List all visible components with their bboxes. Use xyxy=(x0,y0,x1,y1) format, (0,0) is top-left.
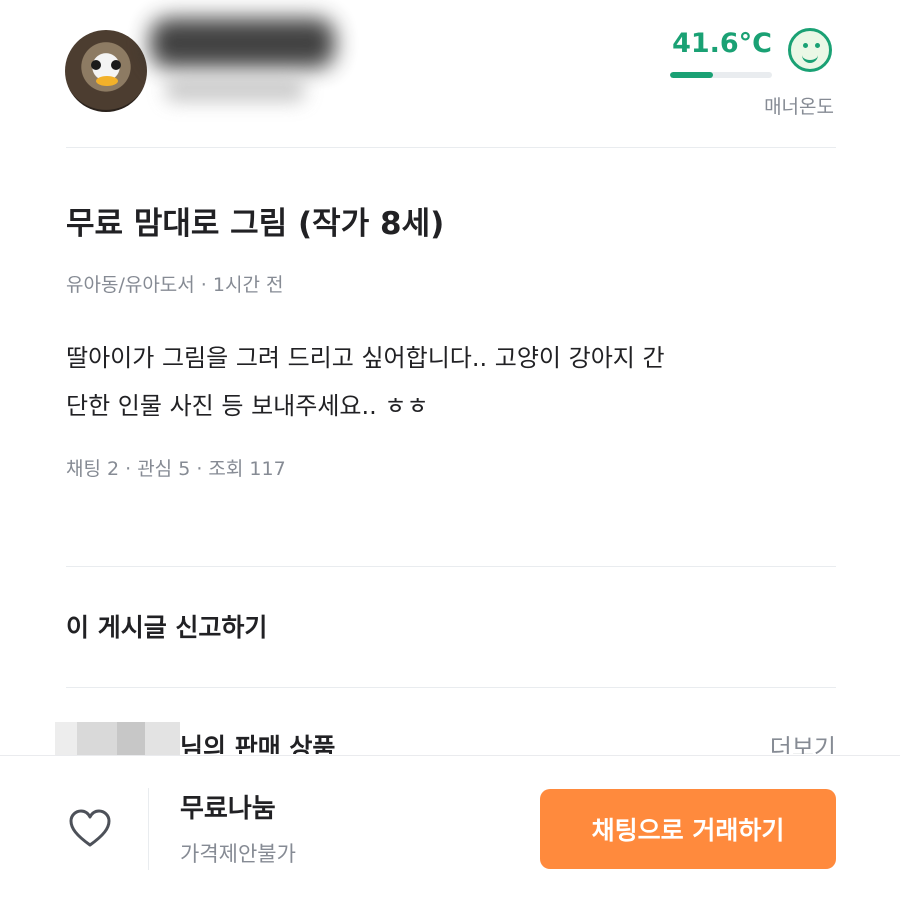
manner-temperature-label[interactable]: 매너온도 xyxy=(700,92,834,119)
blurred-region xyxy=(165,78,305,102)
avatar[interactable] xyxy=(65,30,147,112)
manner-temperature: 41.6°C xyxy=(672,28,772,59)
post-body-line: 단한 인물 사진 등 보내주세요.. ㅎㅎ xyxy=(66,392,429,420)
avatar-eye xyxy=(111,60,121,70)
price-label: 무료나눔 xyxy=(180,794,276,824)
chat-trade-button[interactable]: 채팅으로 거래하기 xyxy=(540,789,836,869)
smile-face-icon xyxy=(788,28,832,72)
temperature-bar xyxy=(670,72,772,78)
report-post-button[interactable]: 이 게시글 신고하기 xyxy=(66,608,267,644)
seller-products-title: 님의 판매 상품 xyxy=(180,733,336,754)
blurred-username[interactable] xyxy=(150,18,335,68)
heart-icon[interactable] xyxy=(66,805,114,853)
price-offer-status: 가격제안불가 xyxy=(180,842,296,866)
temperature-bar-fill xyxy=(670,72,713,78)
post-stats: 채팅 2 · 관심 5 · 조회 117 xyxy=(66,458,286,480)
divider xyxy=(66,687,836,688)
divider xyxy=(66,147,836,148)
avatar-eye xyxy=(91,60,101,70)
post-body-line: 딸아이가 그림을 그려 드리고 싶어합니다.. 고양이 강아지 간 xyxy=(66,344,665,372)
vertical-divider xyxy=(148,788,149,870)
smile-mouth xyxy=(802,51,818,63)
smile-eye xyxy=(803,43,808,48)
avatar-beak xyxy=(96,76,118,86)
post-meta: 유아동/유아도서 · 1시간 전 xyxy=(66,274,284,296)
see-more-link[interactable]: 더보기 xyxy=(740,728,836,754)
smile-eye xyxy=(815,43,820,48)
divider xyxy=(66,566,836,567)
post-title: 무료 맘대로 그림 (작가 8세) xyxy=(66,206,445,242)
